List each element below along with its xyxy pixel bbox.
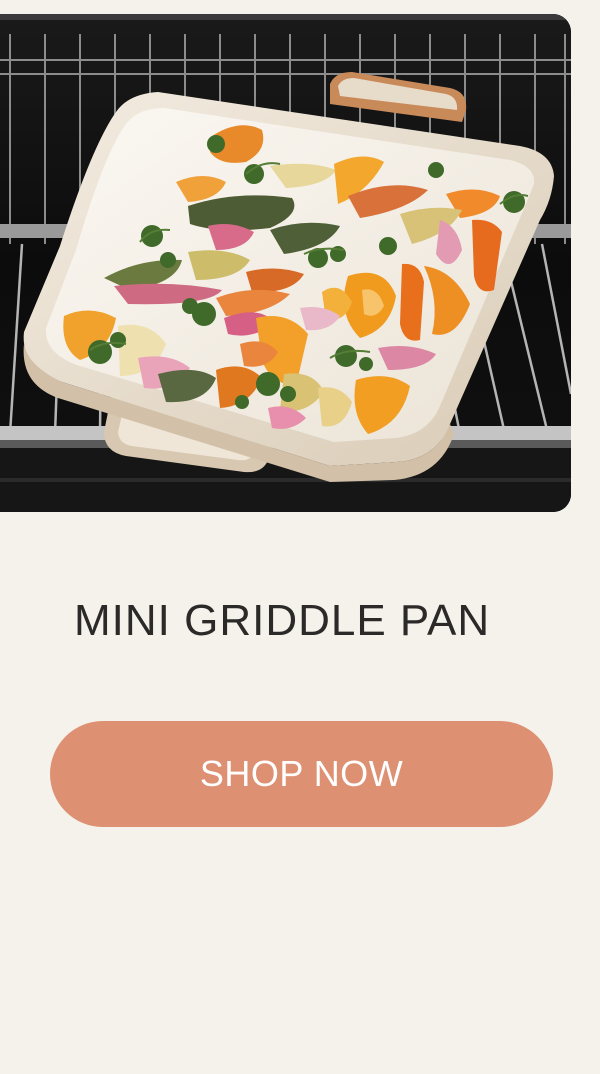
oven-pan-illustration xyxy=(0,14,571,512)
product-title: MINI GRIDDLE PAN xyxy=(74,596,491,645)
product-image[interactable] xyxy=(0,14,571,512)
promo-card: MINI GRIDDLE PAN SHOP NOW xyxy=(0,0,600,1074)
shop-now-button[interactable]: SHOP NOW xyxy=(50,721,553,827)
